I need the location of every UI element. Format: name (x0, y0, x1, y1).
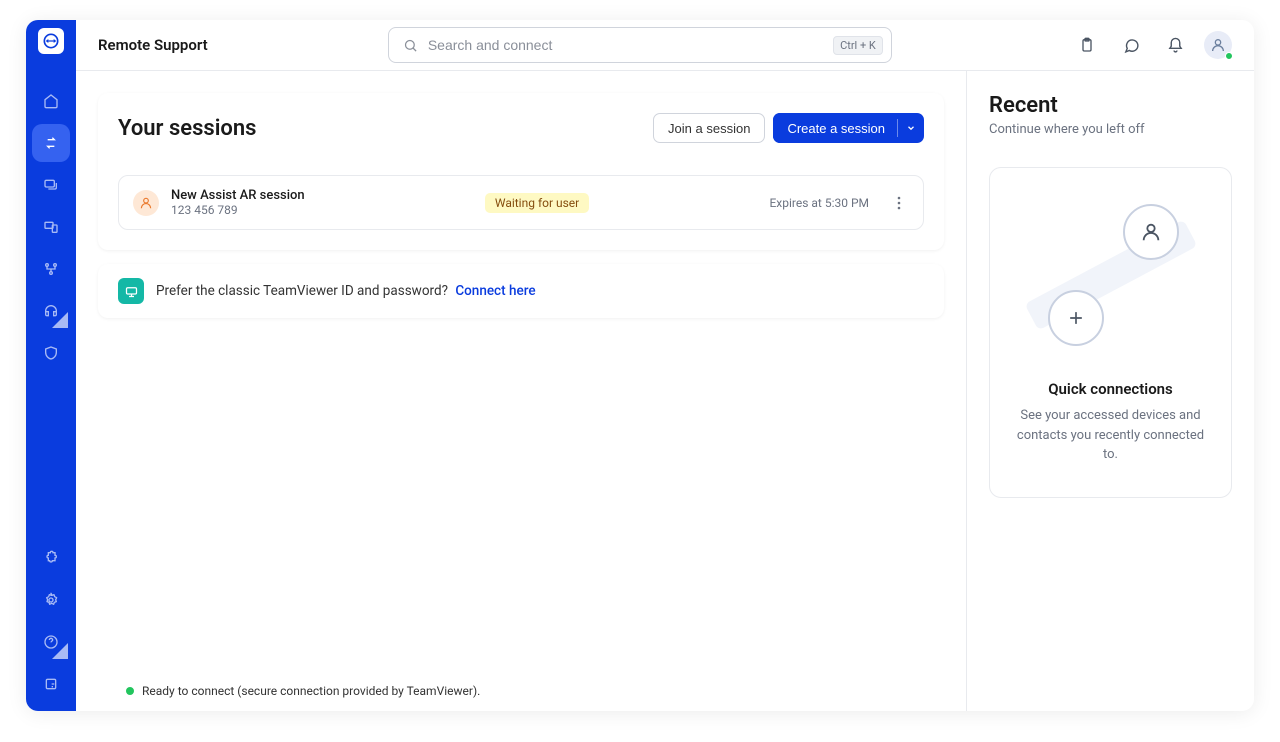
join-session-button[interactable]: Join a session (653, 113, 765, 143)
user-icon (139, 196, 153, 210)
app-logo[interactable] (38, 28, 64, 54)
sessions-card: Your sessions Join a session Create a se… (98, 93, 944, 250)
search-input[interactable] (428, 37, 823, 53)
sessions-title: Your sessions (118, 116, 256, 141)
classic-text: Prefer the classic TeamViewer ID and pas… (156, 283, 536, 299)
plus-icon (1066, 308, 1086, 328)
user-avatar[interactable] (1204, 31, 1232, 59)
create-session-split-button: Create a session (773, 113, 924, 143)
nav-integrations[interactable] (32, 539, 70, 577)
shield-icon (43, 345, 59, 361)
shortcut-hint: Ctrl + K (833, 36, 883, 55)
connect-here-link[interactable]: Connect here (455, 283, 535, 299)
classic-connect-card: Prefer the classic TeamViewer ID and pas… (98, 264, 944, 318)
chevron-down-icon (906, 123, 916, 133)
devices-icon (43, 219, 59, 235)
nav-security[interactable] (32, 334, 70, 372)
recent-title: Recent (989, 93, 1232, 118)
create-session-button[interactable]: Create a session (773, 113, 897, 143)
search-box[interactable]: Ctrl + K (388, 27, 892, 63)
nav-support[interactable] (32, 292, 70, 330)
teamviewer-logo-icon (43, 33, 59, 49)
header: Remote Support Ctrl + K (76, 20, 1254, 70)
nav-devices[interactable] (32, 208, 70, 246)
nav-workflows[interactable] (32, 250, 70, 288)
quick-description: See your accessed devices and contacts y… (1010, 406, 1211, 465)
nav-feedback[interactable] (32, 665, 70, 703)
nav-home[interactable] (32, 82, 70, 120)
message-icon (1123, 37, 1140, 54)
bell-icon (1167, 37, 1184, 54)
status-bar: Ready to connect (secure connection prov… (98, 681, 944, 701)
session-name: New Assist AR session (171, 188, 305, 203)
puzzle-icon (43, 550, 59, 566)
search-icon (403, 38, 418, 53)
session-status-badge: Waiting for user (485, 193, 589, 213)
note-icon (43, 676, 59, 692)
home-icon (43, 93, 59, 109)
chat-icon (43, 177, 59, 193)
gear-icon (43, 592, 59, 608)
branch-icon (43, 261, 59, 277)
session-avatar (133, 190, 159, 216)
notifications-button[interactable] (1160, 30, 1190, 60)
transfer-icon (43, 135, 59, 151)
presence-indicator (1225, 52, 1233, 60)
session-expires: Expires at 5:30 PM (769, 196, 869, 210)
user-icon (1140, 221, 1162, 243)
quick-title: Quick connections (1010, 380, 1211, 398)
nav-remote-support[interactable] (32, 124, 70, 162)
nav-messages[interactable] (32, 166, 70, 204)
recent-panel: Recent Continue where you left off (966, 71, 1254, 711)
status-indicator (126, 687, 134, 695)
connect-icon (124, 284, 139, 299)
session-id: 123 456 789 (171, 203, 305, 217)
quick-connections-card: Quick connections See your accessed devi… (989, 167, 1232, 498)
create-session-dropdown[interactable] (898, 113, 924, 143)
nav-help[interactable] (32, 623, 70, 661)
quick-illustration (1010, 200, 1211, 350)
page-title: Remote Support (98, 36, 208, 54)
submenu-indicator-icon (52, 643, 68, 659)
chat-button[interactable] (1116, 30, 1146, 60)
submenu-indicator-icon (52, 312, 68, 328)
recent-subtitle: Continue where you left off (989, 122, 1232, 137)
nav-settings[interactable] (32, 581, 70, 619)
kebab-icon (897, 196, 901, 210)
clipboard-button[interactable] (1072, 30, 1102, 60)
classic-icon-badge (118, 278, 144, 304)
session-menu-button[interactable] (889, 196, 909, 210)
user-icon (1210, 37, 1226, 53)
status-text: Ready to connect (secure connection prov… (142, 684, 480, 698)
session-row[interactable]: New Assist AR session 123 456 789 Waitin… (118, 175, 924, 230)
clipboard-icon (1079, 37, 1095, 53)
sidebar (26, 20, 76, 711)
